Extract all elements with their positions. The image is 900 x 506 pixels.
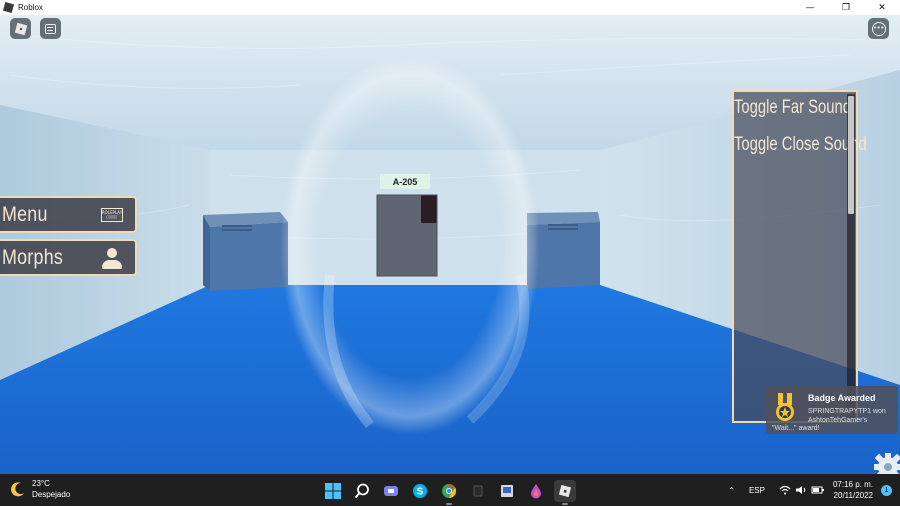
paint-drop-icon xyxy=(531,484,541,499)
close-button[interactable]: ✕ xyxy=(864,0,900,15)
morphs-button-label: Morphs xyxy=(2,245,64,269)
roblox-menu-icon xyxy=(14,22,27,35)
chrome-button[interactable] xyxy=(438,480,460,505)
badge-text-line2: "Wait..." award! xyxy=(772,425,820,432)
paint-drop-button[interactable] xyxy=(525,480,547,502)
svg-text:S: S xyxy=(417,487,424,498)
maximize-button[interactable]: ❐ xyxy=(828,0,864,15)
window-title: Roblox xyxy=(18,3,43,12)
scrollbar-thumb[interactable] xyxy=(848,96,854,214)
camera-icon xyxy=(473,485,483,497)
window-controls: — ❐ ✕ xyxy=(792,0,900,15)
game-viewport[interactable]: A-205 ••• Menu ROLEPLAY ▯▯▯▯▯ Morphs Tog… xyxy=(0,15,900,474)
clock-time: 07:16 p. m. xyxy=(832,480,873,489)
taskbar-clock[interactable]: 07:16 p. m. 20/11/2022 xyxy=(833,479,873,501)
more-options-icon: ••• xyxy=(871,21,886,36)
battery-icon[interactable] xyxy=(811,485,825,495)
robux-shop-icon-text: ROLEPLAY ▯▯▯▯▯ xyxy=(101,209,123,219)
person-icon xyxy=(101,247,123,269)
roblox-icon xyxy=(558,484,572,498)
more-options-button[interactable]: ••• xyxy=(868,18,889,39)
moon-icon xyxy=(11,482,24,497)
photo-viewer-button[interactable] xyxy=(496,480,518,502)
badge-text: SPRINGTRAPYTP1 won AshtonTehGamer's xyxy=(808,408,886,424)
minimize-button[interactable]: — xyxy=(792,0,828,15)
taskbar-apps: S xyxy=(322,480,583,505)
volume-icon[interactable] xyxy=(795,485,807,495)
chrome-icon xyxy=(442,483,457,499)
chat-button[interactable] xyxy=(40,18,61,39)
badge-awarded-toast: Badge Awarded SPRINGTRAPYTP1 won AshtonT… xyxy=(766,386,898,434)
skype-button[interactable]: S xyxy=(409,480,431,502)
weather-temp: 23°C xyxy=(32,479,50,488)
camera-button[interactable] xyxy=(467,480,489,502)
system-tray: ⌃ ESP 07:16 p. m. 20/11/2022 1 xyxy=(728,474,900,506)
teams-button[interactable] xyxy=(380,480,402,502)
notification-badge[interactable]: 1 xyxy=(881,484,892,496)
clock-date: 20/11/2022 xyxy=(833,491,873,500)
search-icon xyxy=(354,483,369,499)
door-sign-text: A-205 xyxy=(392,176,418,187)
menu-button-label: Menu xyxy=(2,202,48,226)
left-crate xyxy=(210,222,288,291)
search-button[interactable] xyxy=(351,480,373,502)
language-indicator[interactable]: ESP xyxy=(749,486,765,495)
tray-overflow-chevron[interactable]: ⌃ xyxy=(728,486,735,495)
skype-icon: S xyxy=(413,484,427,498)
toggle-far-sound-button[interactable]: Toggle Far Sound xyxy=(734,97,851,119)
window-titlebar: Roblox — ❐ ✕ xyxy=(0,0,900,15)
sound-panel-scrollbar[interactable] xyxy=(847,94,855,419)
roblox-app-icon xyxy=(2,1,15,14)
wifi-icon[interactable] xyxy=(779,485,791,495)
robux-shop-icon: ROLEPLAY ▯▯▯▯▯ xyxy=(101,207,123,222)
morphs-button[interactable]: Morphs xyxy=(0,239,137,276)
roblox-menu-button[interactable] xyxy=(10,18,31,39)
sound-panel: Toggle Far Sound Toggle Close Sound xyxy=(732,90,867,423)
weather-condition: Despejado xyxy=(32,490,71,499)
windows-taskbar: 23°C Despejado S ⌃ ESP 07:16 p. m. 20/11… xyxy=(0,474,900,506)
start-button[interactable] xyxy=(322,480,344,502)
settings-gear-icon[interactable] xyxy=(872,451,900,474)
chat-icon xyxy=(45,23,56,34)
menu-button[interactable]: Menu ROLEPLAY ▯▯▯▯▯ xyxy=(0,196,137,233)
teams-icon xyxy=(384,486,398,496)
roblox-taskbar-button[interactable] xyxy=(554,480,576,505)
weather-widget[interactable]: 23°C Despejado xyxy=(10,478,70,500)
badge-medal-icon xyxy=(776,393,794,421)
door-sign: A-205 xyxy=(380,174,430,189)
badge-title: Badge Awarded xyxy=(808,393,876,403)
windows-start-icon xyxy=(325,483,341,499)
photo-viewer-icon xyxy=(501,485,513,497)
